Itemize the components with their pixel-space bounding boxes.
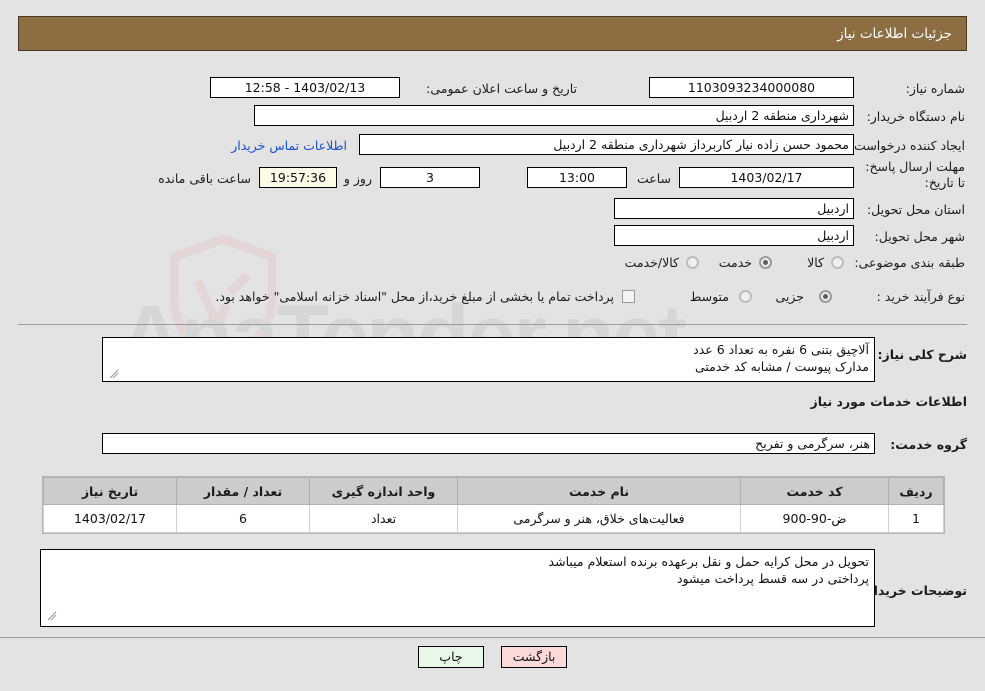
need-info-panel: شماره نیاز: 1103093234000080 تاریخ و ساع…: [18, 63, 967, 325]
buyer-notes-label: توضیحات خریدار:: [861, 583, 967, 598]
need-details-page: AnaTender.net جزئیات اطلاعات نیاز شماره …: [0, 0, 985, 691]
category-label: طبقه بندی موضوعی:: [854, 255, 965, 270]
need-description-label: شرح کلی نیاز:: [877, 347, 967, 362]
category-option-label-2: کالا/خدمت: [624, 255, 679, 270]
back-button[interactable]: بازگشت: [501, 646, 568, 668]
cell-service-code: ض-90-900: [740, 504, 889, 533]
table-header-quantity: تعداد / مقدار: [176, 477, 310, 505]
category-option-label-1: خدمت: [718, 255, 752, 270]
request-creator-value: محمود حسن زاده نیار کاربرداز شهرداری منط…: [359, 134, 854, 155]
city-label: شهر محل تحویل:: [874, 229, 965, 244]
table-header-unit: واحد اندازه گیری: [309, 477, 458, 505]
table-header-row-no: ردیف: [888, 477, 944, 505]
print-button[interactable]: چاپ: [417, 646, 484, 668]
process-radio-jozee[interactable]: [819, 290, 832, 303]
buyer-notes-textarea[interactable]: تحویل در محل کرایه حمل و نقل برعهده برند…: [40, 549, 875, 627]
remaining-days-value: 3: [380, 167, 480, 188]
process-option-label-0: جزیی: [775, 289, 804, 304]
process-label: نوع فرآیند خرید :: [876, 289, 965, 304]
service-group-value: هنر، سرگرمی و تفریح: [102, 433, 875, 454]
treasury-bonds-label: پرداخت تمام یا بخشی از مبلغ خرید،از محل …: [215, 289, 614, 304]
cell-quantity: 6: [176, 504, 310, 533]
remaining-time-label: ساعت باقی مانده: [158, 171, 251, 186]
remaining-time-value: 19:57:36: [259, 167, 337, 188]
province-label: استان محل تحویل:: [866, 202, 965, 217]
announce-datetime-label: تاریخ و ساعت اعلان عمومی:: [426, 81, 577, 96]
services-table: ردیف کد خدمت نام خدمت واحد اندازه گیری ت…: [43, 477, 944, 533]
buyer-contact-link[interactable]: اطلاعات تماس خریدار: [231, 138, 347, 153]
announce-datetime-value: 1403/02/13 - 12:58: [210, 77, 400, 98]
category-radio-kala-khedmat[interactable]: [686, 256, 699, 269]
table-header-row: ردیف کد خدمت نام خدمت واحد اندازه گیری ت…: [43, 477, 944, 505]
request-creator-label: ایجاد کننده درخواست:: [849, 138, 965, 153]
category-option-label-0: کالا: [807, 255, 824, 270]
table-header-name: نام خدمت: [457, 477, 741, 505]
deadline-time-value: 13:00: [527, 167, 627, 188]
need-description-textarea[interactable]: آلاچیق بتنی 6 نفره به تعداد 6 عدد مدارک …: [102, 337, 875, 382]
category-radio-kala[interactable]: [831, 256, 844, 269]
resize-grip-icon[interactable]: [109, 369, 119, 379]
process-radio-motevaset[interactable]: [739, 290, 752, 303]
table-row: 1 ض-90-900 فعالیت‌های خلاق، هنر و سرگرمی…: [43, 504, 944, 533]
page-title: جزئیات اطلاعات نیاز: [837, 25, 952, 42]
footer-divider: [0, 637, 985, 638]
services-info-title: اطلاعات خدمات مورد نیاز: [810, 394, 968, 409]
cell-row-no: 1: [888, 504, 944, 533]
service-group-label: گروه خدمت:: [890, 437, 967, 452]
buyer-org-label: نام دستگاه خریدار:: [866, 109, 965, 124]
footer-button-row: بازگشت چاپ: [0, 646, 985, 668]
treasury-bonds-checkbox[interactable]: [622, 290, 635, 303]
table-header-date: تاریخ نیاز: [43, 477, 177, 505]
need-number-value: 1103093234000080: [649, 77, 854, 98]
page-header-bar: جزئیات اطلاعات نیاز: [18, 16, 967, 51]
cell-unit: تعداد: [309, 504, 458, 533]
days-label: روز و: [343, 171, 372, 186]
deadline-date-value: 1403/02/17: [679, 167, 854, 188]
table-header-code: کد خدمت: [740, 477, 889, 505]
category-radio-khedmat[interactable]: [759, 256, 772, 269]
buyer-org-value: شهرداری منطقه 2 اردبیل: [254, 105, 854, 126]
process-option-label-1: متوسط: [689, 289, 729, 304]
cell-need-date: 1403/02/17: [43, 504, 177, 533]
need-number-label: شماره نیاز:: [905, 81, 965, 96]
deadline-label: مهلت ارسال پاسخ: تا تاریخ:: [865, 159, 965, 190]
hour-label: ساعت: [636, 171, 671, 186]
city-value: اردبیل: [614, 225, 854, 246]
cell-service-name: فعالیت‌های خلاق، هنر و سرگرمی: [457, 504, 741, 533]
province-value: اردبیل: [614, 198, 854, 219]
resize-grip-icon-notes[interactable]: [47, 611, 57, 621]
